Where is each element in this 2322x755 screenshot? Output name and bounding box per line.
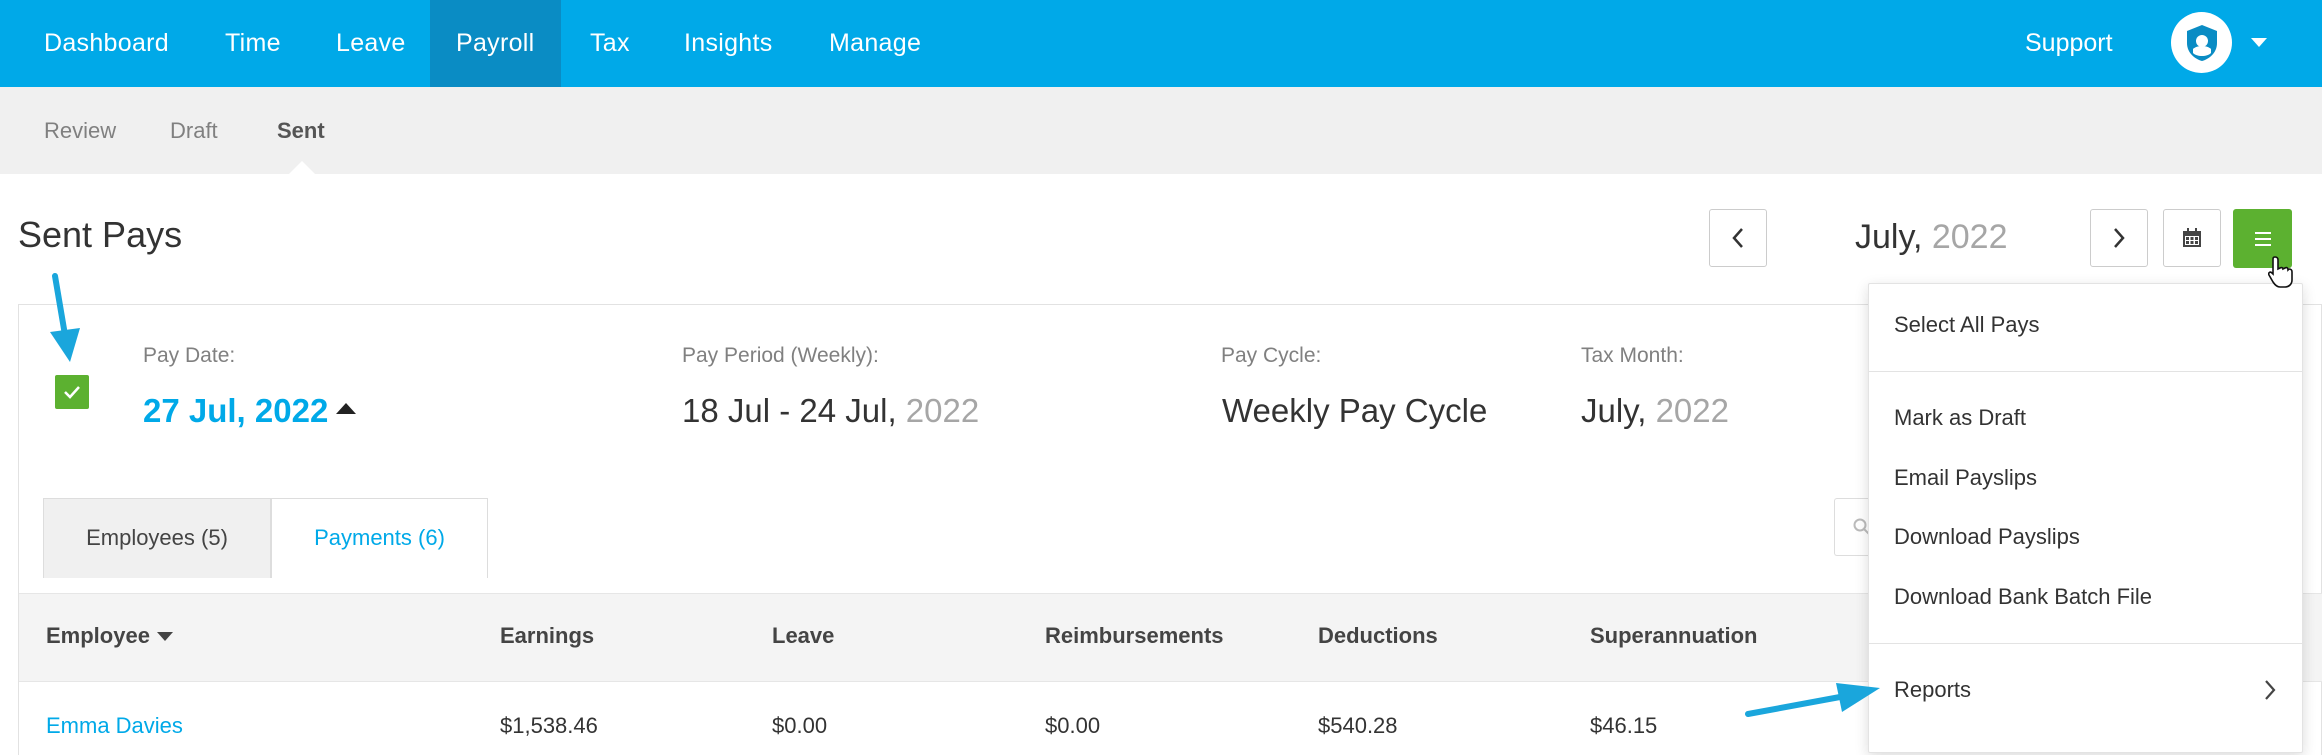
subnav-review[interactable]: Review — [44, 87, 116, 174]
nav-tax[interactable]: Tax — [564, 0, 656, 87]
col-employee[interactable]: Employee — [46, 623, 150, 649]
menu-download-payslips[interactable]: Download Payslips — [1894, 524, 2080, 550]
tab-payments[interactable]: Payments (6) — [271, 498, 488, 578]
pay-period-year: 2022 — [905, 392, 980, 429]
menu-email-payslips[interactable]: Email Payslips — [1894, 465, 2037, 491]
collapse-arrow-icon[interactable] — [336, 403, 356, 414]
tab-employees[interactable]: Employees (5) — [43, 498, 271, 578]
month-year: 2022 — [1931, 218, 2008, 256]
pay-select-checkbox[interactable] — [55, 375, 89, 409]
hamburger-icon — [2255, 232, 2271, 234]
employee-link[interactable]: Emma Davies — [46, 713, 183, 739]
account-caret-icon[interactable] — [2251, 38, 2267, 47]
nav-dashboard[interactable]: Dashboard — [18, 0, 195, 87]
tax-month-year: 2022 — [1655, 392, 1729, 429]
pay-date-label: Pay Date: — [143, 344, 236, 367]
tax-month-name: July, — [1581, 392, 1647, 429]
col-leave: Leave — [772, 623, 835, 648]
hand-cursor-icon — [2268, 256, 2293, 288]
hamburger-icon-bar — [2255, 238, 2271, 240]
tax-month-value: July, 2022 — [1581, 392, 1729, 430]
pay-period-range: 18 Jul - 24 Jul, — [682, 392, 897, 429]
menu-mark-as-draft[interactable]: Mark as Draft — [1894, 405, 2026, 431]
month-display: July, 2022 — [1855, 218, 2007, 257]
menu-select-all-pays[interactable]: Select All Pays — [1894, 312, 2040, 338]
top-nav: Dashboard Time Leave Payroll Tax Insight… — [0, 0, 2322, 87]
nav-time[interactable]: Time — [199, 0, 307, 87]
user-avatar[interactable] — [2171, 12, 2232, 73]
pay-period-label: Pay Period (Weekly): — [682, 344, 879, 367]
col-superannuation: Superannuation — [1590, 623, 1758, 648]
col-deductions: Deductions — [1318, 623, 1438, 648]
chevron-left-icon — [1732, 228, 1743, 248]
cell-earnings: $1,538.46 — [500, 713, 598, 738]
col-earnings: Earnings — [500, 623, 595, 648]
prev-month-button[interactable] — [1709, 209, 1767, 267]
menu-reports[interactable]: Reports — [1894, 677, 1971, 703]
subnav-draft[interactable]: Draft — [170, 87, 218, 174]
support-link[interactable]: Support — [2025, 0, 2113, 87]
chevron-right-icon — [2114, 228, 2125, 248]
chevron-right-icon — [2265, 680, 2276, 700]
active-tab-notch — [288, 161, 316, 175]
calendar-button[interactable] — [2163, 209, 2221, 267]
month-name: July, — [1855, 218, 1923, 256]
page-title: Sent Pays — [18, 214, 183, 255]
col-reimbursements: Reimbursements — [1045, 623, 1224, 648]
checkmark-icon — [64, 386, 80, 399]
menu-divider — [1868, 371, 2303, 372]
pay-period-value: 18 Jul - 24 Jul, 2022 — [682, 392, 979, 430]
cell-superannuation: $46.15 — [1590, 713, 1658, 738]
pay-cycle-value: Weekly Pay Cycle — [1222, 392, 1488, 429]
pay-date-value[interactable]: 27 Jul, 2022 — [143, 392, 328, 430]
nav-leave[interactable]: Leave — [310, 0, 432, 87]
sub-nav: Review Draft Sent — [0, 87, 2322, 174]
cell-reimbursements: $0.00 — [1045, 713, 1101, 738]
menu-download-bank-batch-file[interactable]: Download Bank Batch File — [1894, 584, 2152, 610]
shield-logo-icon — [2187, 25, 2217, 61]
cell-deductions: $540.28 — [1318, 713, 1398, 738]
sort-desc-icon[interactable] — [157, 632, 173, 641]
cell-leave: $0.00 — [772, 713, 828, 738]
hamburger-icon-bar — [2255, 244, 2271, 246]
nav-payroll[interactable]: Payroll — [430, 0, 561, 87]
next-month-button[interactable] — [2090, 209, 2148, 267]
nav-insights[interactable]: Insights — [658, 0, 799, 87]
nav-manage[interactable]: Manage — [803, 0, 947, 87]
tax-month-label: Tax Month: — [1581, 344, 1684, 367]
pay-cycle-label: Pay Cycle: — [1221, 344, 1322, 367]
menu-divider — [1868, 643, 2303, 644]
calendar-icon — [2183, 228, 2201, 247]
